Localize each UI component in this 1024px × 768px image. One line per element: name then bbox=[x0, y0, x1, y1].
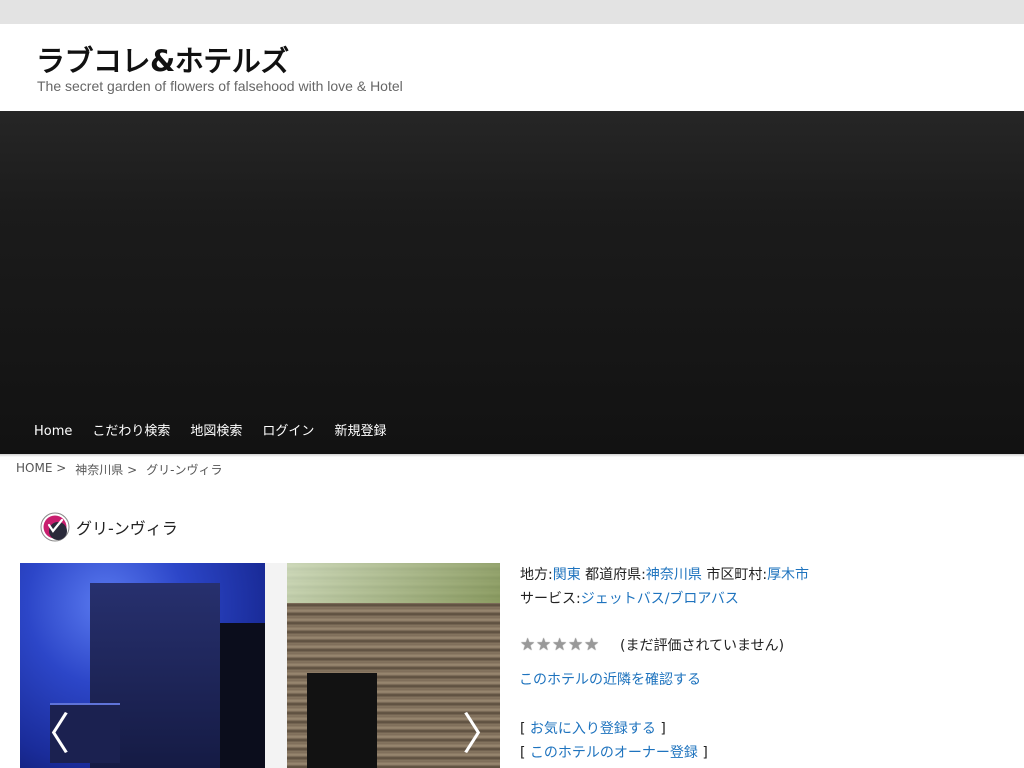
favorite-link[interactable]: お気に入り登録する bbox=[530, 721, 656, 737]
bracket-close: ] bbox=[660, 721, 666, 737]
rating: ★ ★ ★ ★ ★ (まだ評価されていません) bbox=[520, 635, 784, 655]
hotel-actions: [ お気に入り登録する ] [ このホテルのオーナー登録 ] bbox=[520, 717, 708, 765]
star-icon[interactable]: ★ bbox=[536, 637, 552, 654]
nav-item-advanced-search[interactable]: こだわり検索 bbox=[82, 422, 180, 442]
location-row: 地方:関東 都道府県:神奈川県 市区町村:厚木市 bbox=[520, 563, 1000, 587]
breadcrumb-prefecture[interactable]: 神奈川県 > bbox=[75, 461, 137, 478]
hero-shadow bbox=[0, 454, 1024, 457]
prefecture-link[interactable]: 神奈川県 bbox=[646, 567, 702, 583]
photo-gallery[interactable]: 〈 〉 bbox=[20, 563, 500, 768]
star-icon[interactable]: ★ bbox=[552, 637, 568, 654]
nav-item-map-search[interactable]: 地図検索 bbox=[180, 422, 252, 442]
star-icon[interactable]: ★ bbox=[520, 637, 536, 654]
city-link[interactable]: 厚木市 bbox=[767, 567, 809, 583]
neighborhood-link[interactable]: このホテルの近隣を確認する bbox=[519, 672, 701, 688]
breadcrumb: HOME > 神奈川県 > グリ-ンヴィラ bbox=[16, 461, 232, 478]
photo-tv bbox=[307, 673, 377, 768]
city-label: 市区町村: bbox=[706, 567, 768, 583]
bracket-open: [ bbox=[520, 721, 526, 737]
hotel-info: 地方:関東 都道府県:神奈川県 市区町村:厚木市 サービス:ジェットバス/ブロア… bbox=[519, 563, 1000, 761]
post-title: グリ-ンヴィラ bbox=[40, 512, 178, 542]
owner-row: [ このホテルのオーナー登録 ] bbox=[520, 741, 708, 765]
gallery-gap bbox=[265, 563, 287, 768]
service-label: サービス: bbox=[520, 591, 581, 607]
photo-skylight bbox=[287, 563, 500, 603]
prefecture-label: 都道府県: bbox=[585, 567, 646, 583]
favorite-row: [ お気に入り登録する ] bbox=[520, 717, 708, 741]
post-title-text: グリ-ンヴィラ bbox=[76, 519, 178, 538]
star-icon[interactable]: ★ bbox=[568, 637, 584, 654]
top-bar bbox=[0, 0, 1024, 24]
brand-logo-icon bbox=[40, 512, 70, 542]
nav-item-login[interactable]: ログイン bbox=[252, 422, 324, 442]
owner-link[interactable]: このホテルのオーナー登録 bbox=[530, 745, 698, 761]
breadcrumb-home[interactable]: HOME > bbox=[16, 461, 66, 478]
site-tagline: The secret garden of flowers of falsehoo… bbox=[37, 78, 403, 94]
site-header: ラブコレ&ホテルズ The secret garden of flowers o… bbox=[0, 24, 1024, 111]
nav-item-register[interactable]: 新規登録 bbox=[324, 422, 396, 442]
chevron-left-icon[interactable]: 〈 bbox=[26, 713, 70, 763]
region-link[interactable]: 関東 bbox=[553, 567, 581, 583]
star-icon[interactable]: ★ bbox=[584, 637, 600, 654]
photo-tv bbox=[220, 623, 265, 768]
neighborhood: このホテルの近隣を確認する bbox=[519, 669, 701, 689]
region-label: 地方: bbox=[520, 567, 553, 583]
chevron-right-icon[interactable]: 〉 bbox=[462, 713, 500, 763]
rating-stars[interactable]: ★ ★ ★ ★ ★ bbox=[520, 637, 600, 654]
bracket-close: ] bbox=[702, 745, 708, 761]
rating-text: (まだ評価されていません) bbox=[620, 638, 785, 654]
breadcrumb-current: グリ-ンヴィラ bbox=[146, 463, 223, 477]
bracket-open: [ bbox=[520, 745, 526, 761]
hero-banner: Home こだわり検索 地図検索 ログイン 新規登録 bbox=[0, 111, 1024, 454]
main-nav: Home こだわり検索 地図検索 ログイン 新規登録 bbox=[24, 422, 396, 442]
nav-item-home[interactable]: Home bbox=[24, 422, 82, 442]
site-title[interactable]: ラブコレ&ホテルズ bbox=[36, 38, 289, 80]
service-row: サービス:ジェットバス/ブロアバス bbox=[520, 587, 1000, 611]
service-link[interactable]: ジェットバス/ブロアバス bbox=[581, 591, 739, 607]
